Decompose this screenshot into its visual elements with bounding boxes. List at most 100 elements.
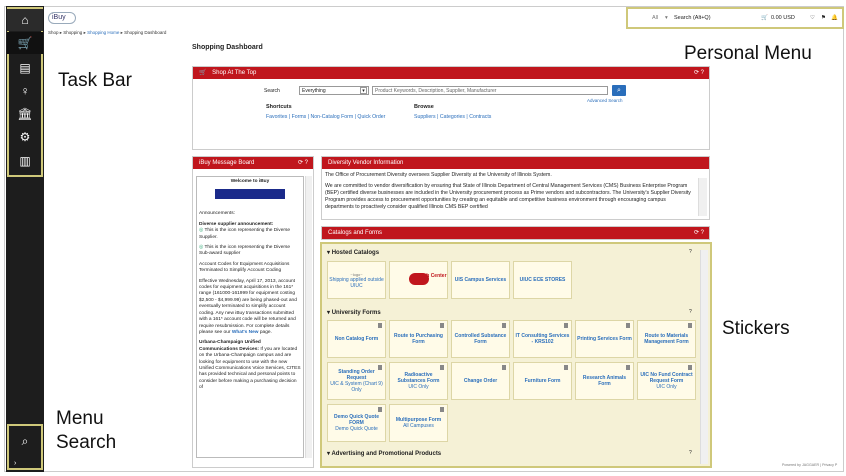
shortcut-non-catalog[interactable]: Non-Catalog Form [311,114,354,120]
search-scope-value: Everything [302,88,326,94]
product-search-input[interactable]: Product Keywords, Description, Supplier,… [372,86,608,95]
tile-form-2-name: Controlled Substance Form [454,333,507,345]
hosted-catalogs-heading[interactable]: ▾ Hosted Catalogs [327,249,379,256]
browse-contracts[interactable]: Contracts [469,114,491,120]
form-icon [626,365,630,370]
catalogs-controls-icon[interactable]: ⟳ ? [694,227,704,239]
suppliers-nav-icon[interactable]: ⚙ [7,126,43,148]
search-button[interactable]: ⌕ [612,85,626,96]
advanced-search-link[interactable]: Advanced Search [587,98,623,103]
shortcut-quick-order[interactable]: Quick Order [357,114,385,120]
search-icon: ⌕ [617,87,621,94]
form-icon [378,323,382,328]
tile-form-9-name: Furniture Form [524,378,561,384]
select-chevron-icon[interactable]: ▾ [360,87,367,94]
ibuy-logo[interactable]: iBuy [48,12,76,24]
form-icon [440,323,444,328]
expand-chevron-icon[interactable]: › [14,460,16,467]
search-scope-select[interactable]: Everything ▾ [299,86,369,95]
whats-new-link[interactable]: What's New [232,330,259,335]
tile-form-7[interactable]: Radioactive Substances Form UIC Only [389,362,448,400]
breadcrumb-shopping[interactable]: Shopping [63,30,82,35]
account-codes-heading: Account Codes for Equipment Acquisitions… [199,261,290,274]
search-scope-chevron-icon[interactable]: ▾ [665,15,668,21]
notifications-icon[interactable]: 🔔 [831,15,838,21]
tile-form-3[interactable]: IT Consulting Services - KRS102 [513,320,572,358]
tile-form-6-sub: UIC & System (Chart 9) Only [330,381,383,393]
tile-hosted-0[interactable]: ~logo~ Shipping applied outside UIUC [327,261,386,299]
urbana-heading: Urbana-Champaign Unified Communications … [199,340,261,352]
approvals-nav-icon[interactable]: ♀ [7,80,43,102]
cart-nav-icon[interactable]: 🛒 [7,32,43,54]
panel-controls-icon[interactable]: ⟳ ? [694,67,704,79]
favorites-icon[interactable]: ♡ [810,15,815,21]
breadcrumb-shop[interactable]: Shop [48,30,59,35]
diverse-text-2: This is the icon representing the Divers… [199,245,291,257]
reports-nav-icon[interactable]: ▥ [7,150,43,172]
tile-form-4[interactable]: Printing Services Form [575,320,634,358]
shortcut-forms[interactable]: Forms [292,114,307,120]
university-forms-title: University Forms [331,310,381,316]
tile-form-1[interactable]: Route to Purchasing Form [389,320,448,358]
catalogs-scrollbar[interactable] [700,250,708,464]
tile-form-11[interactable]: UIC No Fund Contract Request Form UIC Onl… [637,362,696,400]
diverse-subaward-icon: ◎ [199,245,204,251]
browse-categories[interactable]: Categories [440,114,465,120]
catalogs-header: Catalogs and Forms ⟳ ? [322,227,709,239]
form-icon [378,407,382,412]
catalogs-title: Catalogs and Forms [328,230,383,236]
tile-form-13[interactable]: Multipurpose Form All Campuses [389,404,448,442]
annotation-menu: Menu [56,408,104,429]
menu-search-icon[interactable]: ⌕ [7,434,43,449]
form-icon [626,323,630,328]
welcome-banner [215,189,285,200]
home-icon[interactable]: ⌂ [7,9,43,31]
tile-form-0-name: Non Catalog Form [334,336,379,342]
breadcrumb-shopping-home[interactable]: Shopping Home [87,30,119,35]
search-scope[interactable]: All [652,15,658,21]
message-board-controls-icon[interactable]: ⟳ ? [298,157,308,169]
orders-nav-icon[interactable]: ▤ [7,57,43,79]
tile-form-9[interactable]: Furniture Form [513,362,572,400]
tile-hosted-3[interactable]: UIUC ECE STORES [513,261,572,299]
cart-icon[interactable]: 🛒 [761,15,768,21]
annotation-task-bar: Task Bar [58,70,132,91]
shop-at-top-title: Shop At The Top [212,70,257,76]
cart-total[interactable]: 0.00 USD [771,15,795,21]
tile-hosted-3-name: UIUC ECE STORES [519,277,566,283]
advertising-heading[interactable]: ▾ Advertising and Promotional Products [327,450,441,457]
tile-form-8[interactable]: Change Order [451,362,510,400]
forms-help-icon[interactable]: ? [689,309,692,315]
tile-hosted-2-name: UIS Campus Services [454,277,507,283]
tile-form-0[interactable]: Non Catalog Form [327,320,386,358]
tile-form-6[interactable]: Standing Order Request UIC & System (Char… [327,362,386,400]
flag-icon[interactable]: ⚑ [821,15,826,21]
shop-at-top-header: 🛒 Shop At The Top ⟳ ? [193,67,709,79]
tile-form-2[interactable]: Controlled Substance Form [451,320,510,358]
tile-hosted-0-name: Shipping applied outside UIUC [329,276,384,289]
hosted-help-icon[interactable]: ? [689,249,692,255]
university-forms-heading[interactable]: ▾ University Forms [327,309,381,316]
browse-list: Suppliers | Categories | Contracts [414,114,492,120]
shop-cart-icon: 🛒 [199,70,207,76]
shortcut-favorites[interactable]: Favorites [266,114,287,120]
tile-form-11-name: UIC No Fund Contract Request Form [640,372,693,384]
tile-form-8-name: Change Order [463,378,498,384]
form-icon [440,365,444,370]
tile-form-5[interactable]: Route to Materials Management Form [637,320,696,358]
footer-powered-by[interactable]: Powered by JAGGAER | Privacy P [782,463,837,467]
accounts-payable-icon[interactable]: 🏛 [7,103,43,125]
page-text: page. [259,329,272,335]
form-icon [564,323,568,328]
tile-hosted-2[interactable]: UIS Campus Services [451,261,510,299]
global-search-input[interactable]: Search (Alt+Q) [674,15,711,21]
tile-form-10[interactable]: Research Animals Form [575,362,634,400]
annotation-personal-menu: Personal Menu [684,43,812,64]
message-board-scrollbar[interactable] [305,176,312,458]
tile-hosted-1[interactable]: Tech Center [389,261,448,299]
tile-form-12[interactable]: Demo Quick Quote FORM Demo Quick Quote [327,404,386,442]
diversity-scrollbar[interactable] [698,178,707,216]
advertising-help-icon[interactable]: ? [689,450,692,456]
tile-form-13-sub: All Campuses [403,423,434,429]
browse-suppliers[interactable]: Suppliers [414,114,436,120]
